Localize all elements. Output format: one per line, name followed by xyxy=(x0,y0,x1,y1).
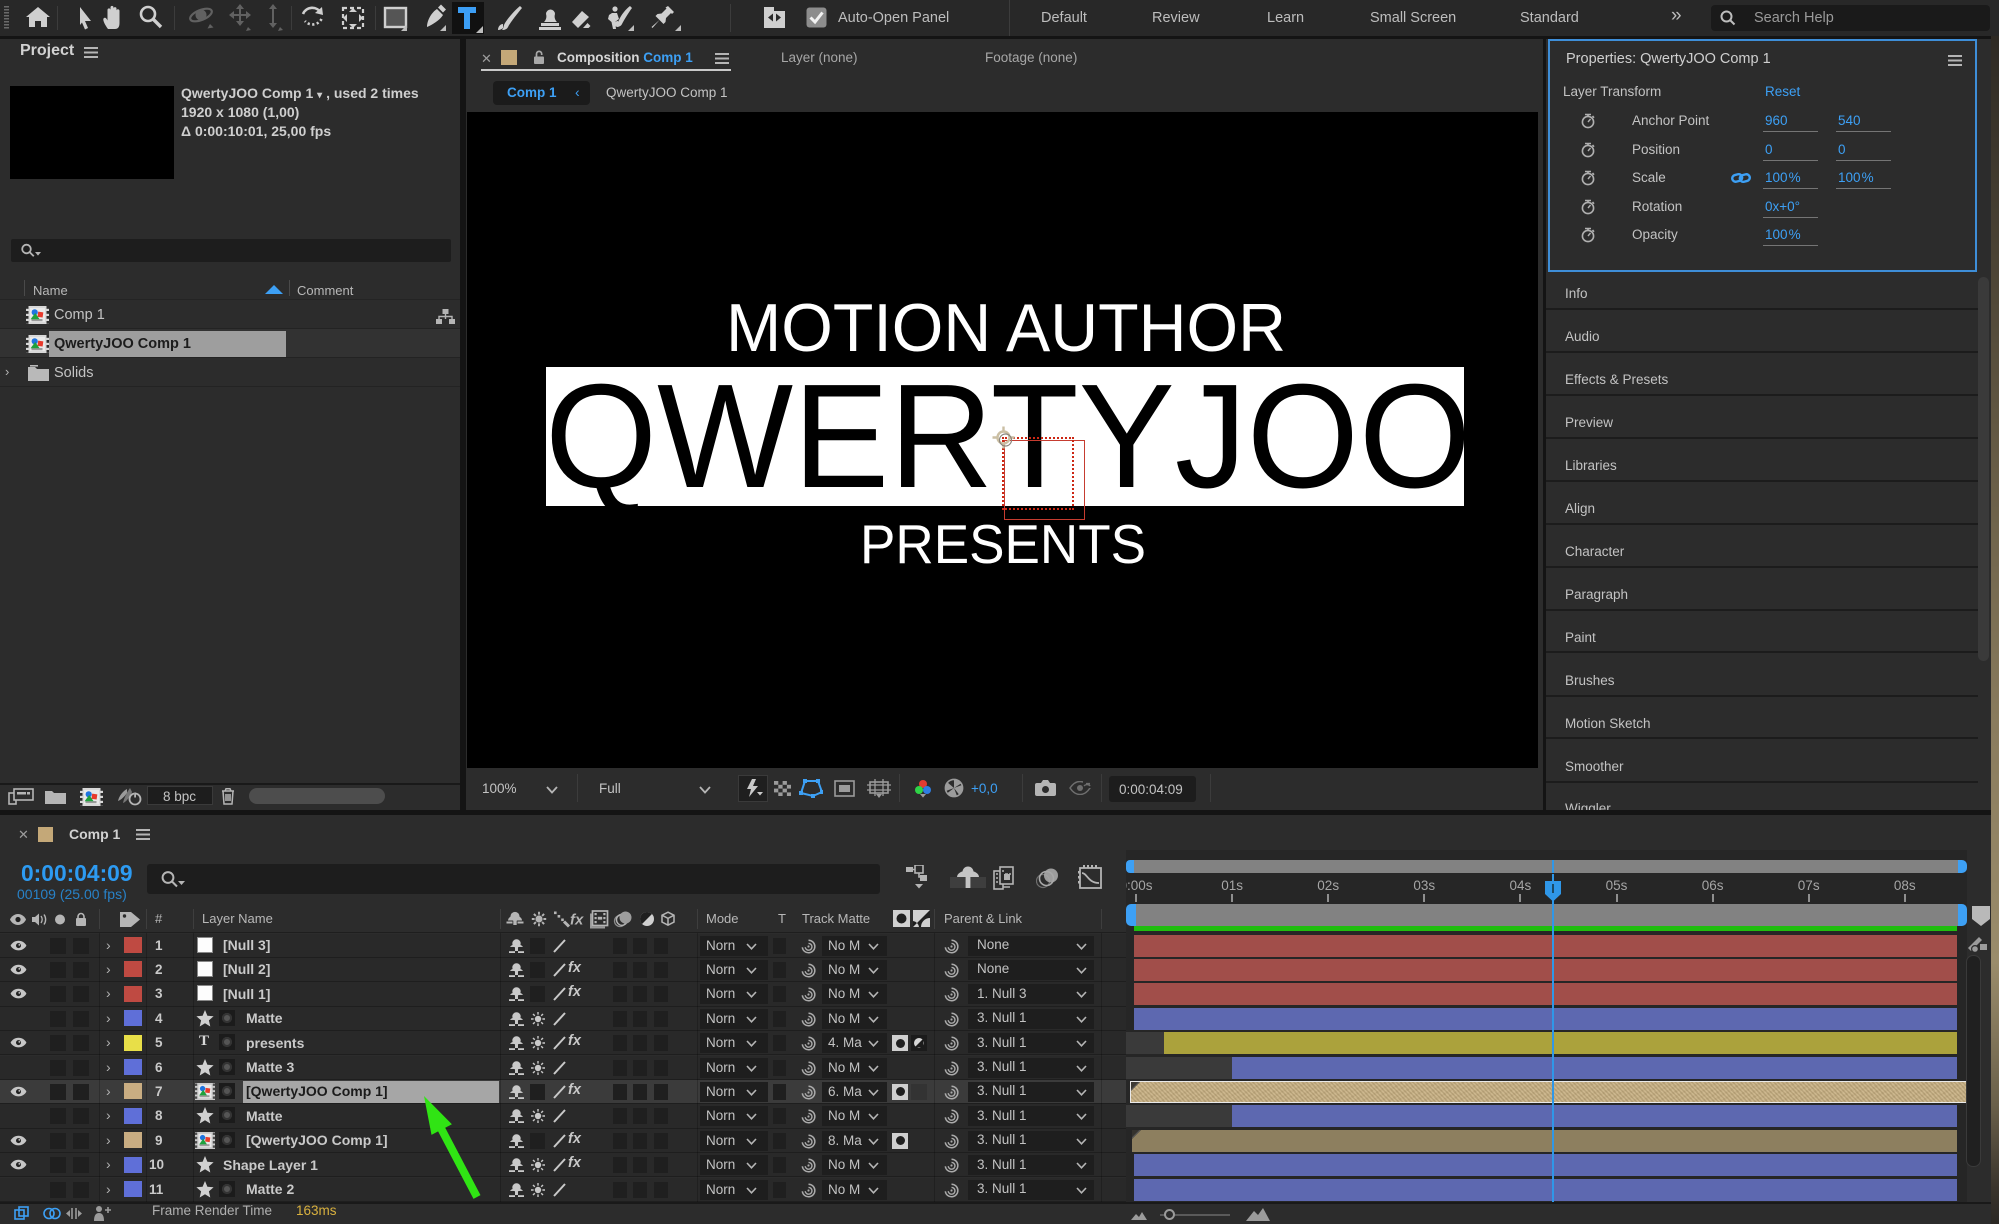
svg-text:fx: fx xyxy=(570,912,584,929)
